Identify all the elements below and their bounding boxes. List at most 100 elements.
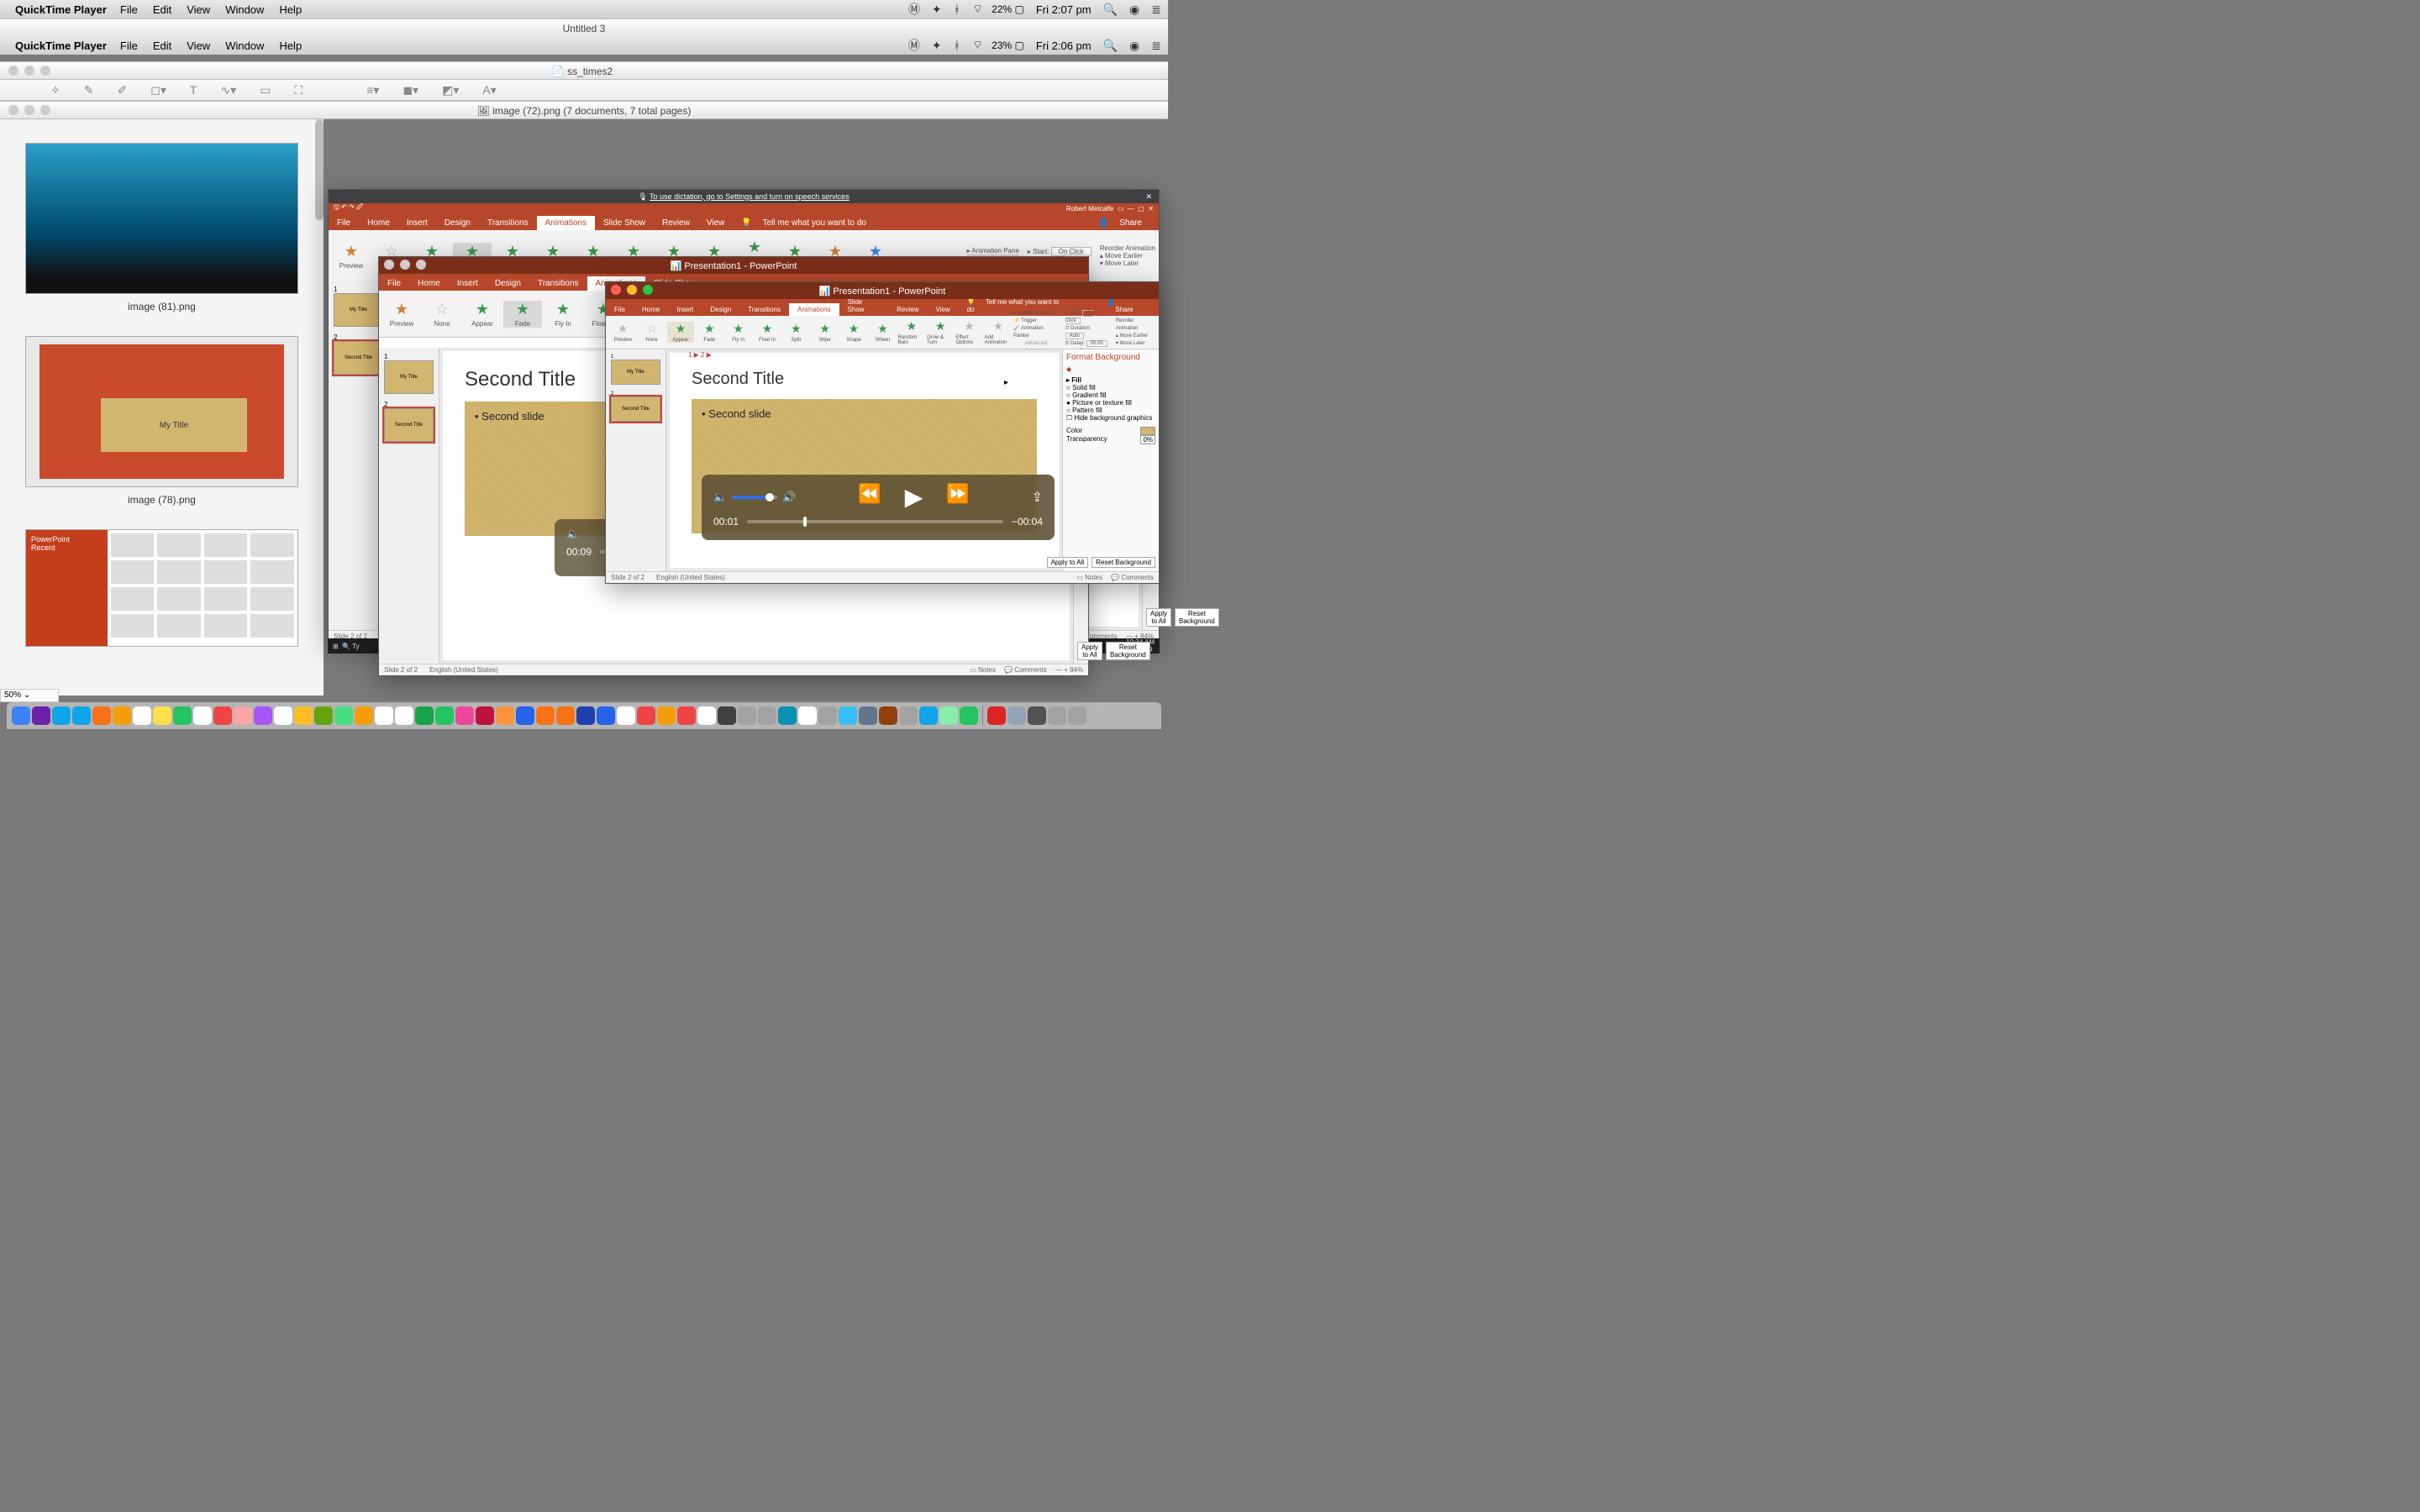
dock-app-icon[interactable] (919, 706, 938, 725)
slide-thumb-1[interactable]: My Title (384, 360, 434, 394)
menu-window[interactable]: Window (225, 3, 264, 16)
effect-appear[interactable]: ★Appear (463, 301, 502, 328)
crop-icon[interactable]: ⛶ (294, 83, 302, 97)
start-button-icon[interactable]: ⊞ (333, 643, 339, 650)
menu-file[interactable]: File (120, 39, 138, 52)
rewind-button[interactable]: ⏪ (858, 483, 881, 511)
shape-icon[interactable]: ◻▾ (150, 83, 166, 97)
zoom-traffic-icon[interactable] (643, 285, 653, 295)
user-label[interactable]: Robert Metcalfe (1066, 205, 1113, 213)
thumbnail-image-81[interactable] (25, 143, 298, 294)
effect-growturn[interactable]: ★Grow & Turn (927, 319, 954, 345)
minimize-traffic-icon[interactable] (627, 285, 637, 295)
effect-flyin[interactable]: ★Fly In (724, 322, 751, 343)
duration-field[interactable]: ⏱ Duration: Auto (1065, 325, 1109, 340)
dock-app-icon[interactable] (314, 706, 333, 725)
dock-app-icon[interactable] (375, 706, 393, 725)
comments-button[interactable]: 💬 Comments (1004, 666, 1047, 674)
dock-app-icon[interactable] (173, 706, 192, 725)
dock-app-icon[interactable] (153, 706, 171, 725)
dock-app-icon[interactable] (677, 706, 696, 725)
effect-none[interactable]: ☆None (423, 301, 461, 328)
close-traffic-icon[interactable] (611, 285, 621, 295)
tell-me[interactable]: 💡 Tell me what you want to do (733, 216, 883, 230)
color-picker[interactable] (1140, 427, 1155, 435)
dock-app-icon[interactable] (960, 706, 978, 725)
spotlight-icon[interactable]: 🔍 (1103, 3, 1118, 17)
effect-none[interactable]: ☆None (638, 322, 665, 343)
notification-center-icon[interactable]: ≣ (1151, 3, 1161, 17)
close-icon[interactable]: ✕ (1148, 205, 1154, 213)
tab-transitions[interactable]: Transitions (479, 216, 537, 230)
start-field[interactable]: ▸ Start: On Click (1065, 310, 1109, 325)
dock-app-icon[interactable] (113, 706, 131, 725)
dock-app-icon[interactable] (576, 706, 595, 725)
dock-app-icon[interactable] (597, 706, 615, 725)
malware-menuextra-icon[interactable]: Ⓜ (908, 1, 920, 18)
tab-animations[interactable]: Animations (789, 303, 839, 316)
dock-app-icon[interactable] (738, 706, 756, 725)
move-earlier[interactable]: ▴ Move Earlier (1116, 333, 1155, 340)
tab-view[interactable]: View (928, 303, 959, 316)
dock-app-icon[interactable] (395, 706, 413, 725)
dock-app-icon[interactable] (1007, 706, 1026, 725)
dock-app-icon[interactable] (12, 706, 30, 725)
font-style-icon[interactable]: A▾ (482, 83, 496, 97)
tab-insert[interactable]: Insert (398, 216, 436, 230)
zoom-level[interactable]: 50% ⌄ (0, 689, 59, 702)
effect-flyin[interactable]: ★Fly In (544, 301, 582, 328)
fill-color-icon[interactable]: ◩▾ (442, 83, 459, 97)
menu-help[interactable]: Help (279, 39, 302, 52)
dock-app-icon[interactable] (1068, 706, 1086, 725)
preview-button[interactable]: ★Preview (382, 301, 421, 328)
bluetooth-icon[interactable]: ᚼ (954, 3, 960, 16)
dock-app-icon[interactable] (718, 706, 736, 725)
tab-review[interactable]: Review (888, 303, 927, 316)
highlighter-icon[interactable]: ✐ (117, 83, 127, 97)
transparency-input[interactable]: 0% (1140, 435, 1155, 444)
wand-icon[interactable]: ✧ (50, 83, 60, 97)
traffic-lights[interactable] (8, 66, 50, 76)
animation-painter[interactable]: 🖌 Animation Painter (1013, 325, 1059, 340)
seek-bar[interactable] (747, 520, 1003, 523)
dock-app-icon[interactable] (516, 706, 534, 725)
dock-app-icon[interactable] (92, 706, 111, 725)
menu-help[interactable]: Help (279, 3, 302, 16)
zoom[interactable]: — + 84% (1055, 666, 1083, 674)
tab-file[interactable]: File (606, 303, 634, 316)
fast-forward-button[interactable]: ⏩ (946, 483, 969, 511)
menu-edit[interactable]: Edit (153, 39, 171, 52)
trigger-dropdown[interactable]: ⚡ Trigger (1013, 318, 1059, 325)
pattern-fill-radio[interactable]: ○ Pattern fill (1066, 407, 1155, 414)
battery-status[interactable]: 23% ▢ (992, 39, 1024, 51)
dock-app-icon[interactable] (637, 706, 655, 725)
reset-background-button[interactable]: Reset Background (1106, 642, 1150, 660)
slide-thumb-2[interactable]: Second Title (384, 408, 434, 442)
close-icon[interactable]: ✕ (1145, 192, 1152, 202)
menubar-clock[interactable]: Fri 2:07 pm (1036, 3, 1092, 16)
move-later[interactable]: ▾ Move Later (1100, 260, 1155, 267)
traffic-lights[interactable] (8, 105, 50, 115)
dock-app-icon[interactable] (415, 706, 434, 725)
spotlight-icon[interactable]: 🔍 (1103, 39, 1118, 53)
effect-wipe[interactable]: ★Wipe (812, 322, 839, 343)
siri-icon[interactable]: ◉ (1129, 39, 1139, 53)
dock-app-icon[interactable] (859, 706, 877, 725)
tab-transitions[interactable]: Transitions (739, 303, 789, 316)
dock-app-icon[interactable] (617, 706, 635, 725)
dock-app-icon[interactable] (334, 706, 353, 725)
dock-app-icon[interactable] (234, 706, 252, 725)
notes-button[interactable]: ▭ Notes (970, 666, 996, 674)
maximize-icon[interactable]: ▢ (1138, 205, 1144, 213)
mute-icon[interactable]: 🔈 (566, 528, 580, 541)
window-titlebar[interactable]: 📊 Presentation1 - PowerPoint (606, 282, 1159, 299)
dock-app-icon[interactable] (556, 706, 575, 725)
dock-app-icon[interactable] (435, 706, 454, 725)
scrollbar[interactable] (315, 119, 324, 220)
quick-access[interactable]: 🖫 ↶ ↷ 🖉 (334, 202, 363, 214)
slide-thumb-2[interactable]: Second Title (334, 341, 383, 375)
menu-window[interactable]: Window (225, 39, 264, 52)
share-button[interactable]: 👤 Share (1090, 216, 1159, 230)
dock-app-icon[interactable] (798, 706, 817, 725)
tab-home[interactable]: Home (359, 216, 398, 230)
